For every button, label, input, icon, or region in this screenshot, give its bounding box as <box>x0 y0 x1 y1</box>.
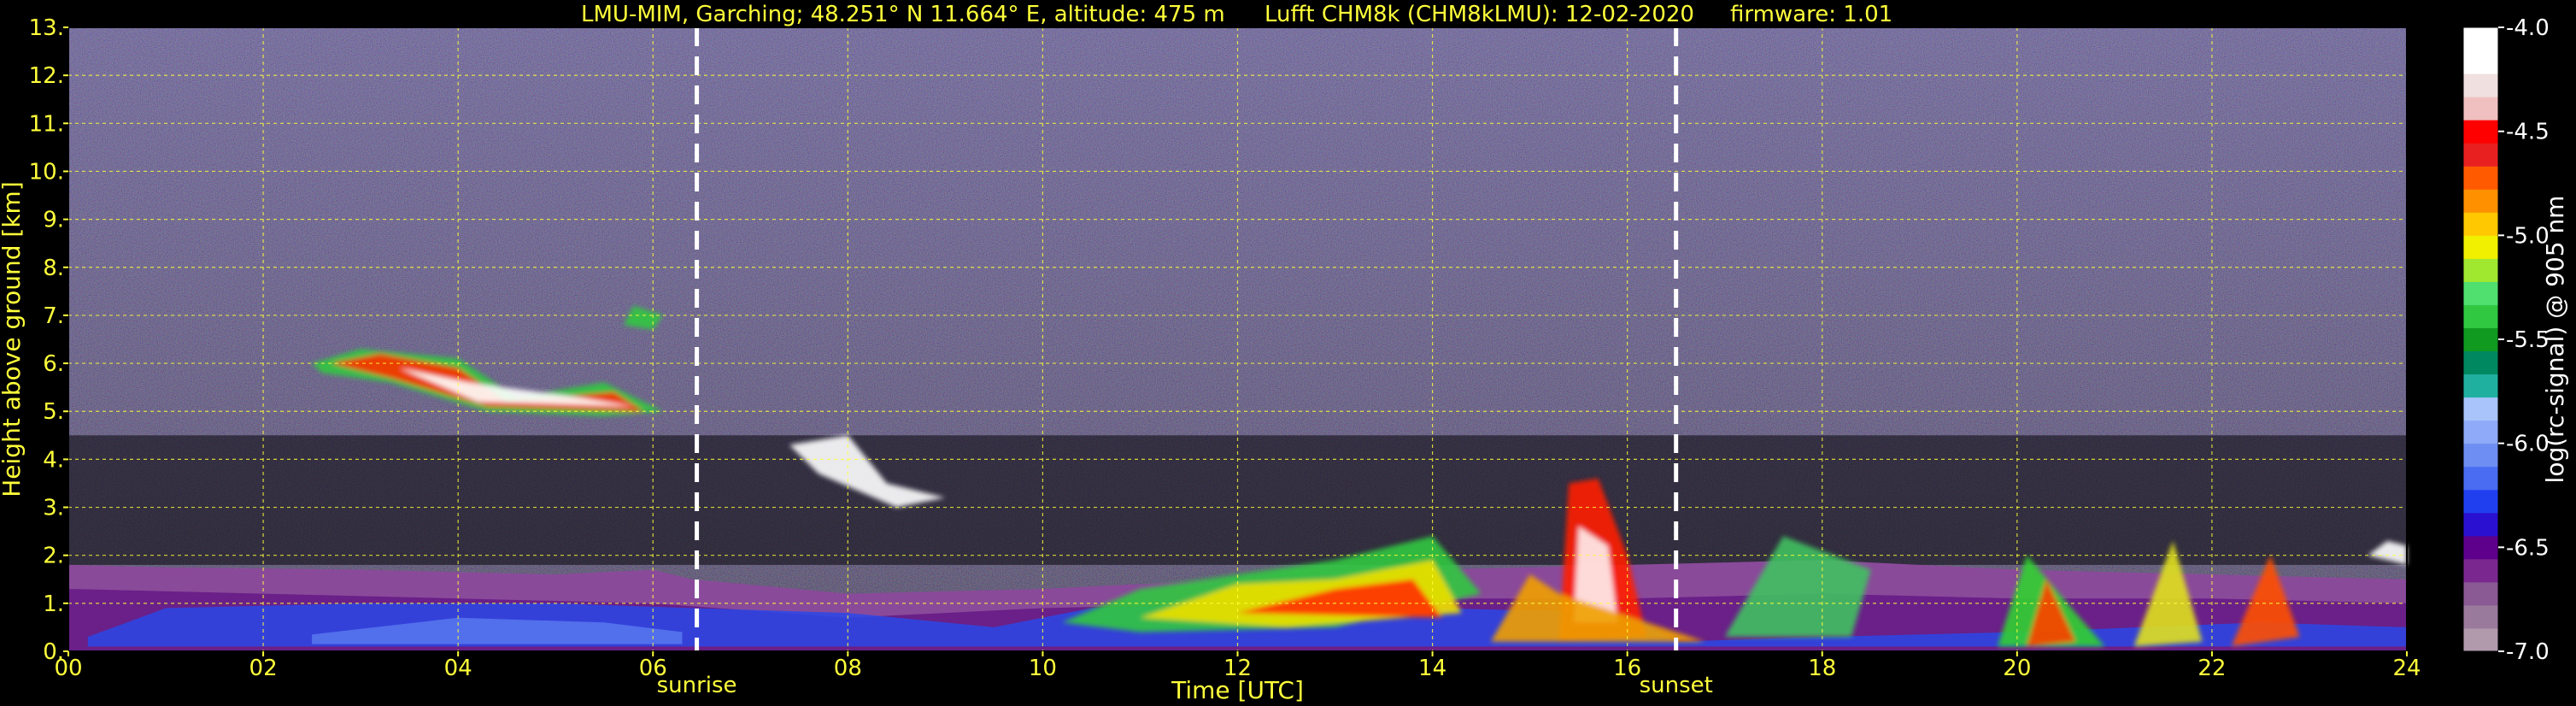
colorbar-segment-14 <box>2463 304 2498 328</box>
colorbar-segment-19 <box>2463 189 2498 213</box>
colorbar-segment-13 <box>2463 327 2498 352</box>
x-tick-label-7: 14 <box>1418 656 1446 681</box>
y-tick-label-4: 4. <box>43 447 64 473</box>
x-tick-label-1: 02 <box>249 656 278 681</box>
colorbar-segment-12 <box>2463 350 2498 375</box>
colorbar-segment-18 <box>2463 212 2498 236</box>
y-tick-label-10: 10. <box>29 159 64 185</box>
colorbar-segment-2 <box>2463 581 2498 606</box>
x-tick-label-12: 24 <box>2392 656 2421 681</box>
x-tick-label-2: 04 <box>444 656 472 681</box>
colorbar-segment-5 <box>2463 512 2498 537</box>
colorbar-segment-23 <box>2463 97 2498 121</box>
colorbar-segment-20 <box>2463 166 2498 190</box>
colorbar-segment-0 <box>2463 627 2498 652</box>
colorbar-segment-25 <box>2463 50 2498 74</box>
annotation-label-sunrise: sunrise <box>657 673 737 698</box>
y-tick-label-13: 13. <box>29 15 64 41</box>
x-tick-label-3: 06 <box>639 656 667 681</box>
colorbar-segment-4 <box>2463 535 2498 560</box>
x-tick-label-8: 16 <box>1613 656 1641 681</box>
x-tick-label-11: 22 <box>2198 656 2226 681</box>
colorbar-segment-9 <box>2463 420 2498 444</box>
colorbar-tick-label-5: -6.5 <box>2506 535 2550 561</box>
y-tick-label-9: 9. <box>43 208 64 233</box>
colorbar-segment-1 <box>2463 604 2498 629</box>
colorbar-segment-26 <box>2463 27 2498 51</box>
colorbar-tick-label-1: -4.5 <box>2506 120 2550 145</box>
colorbar-segment-8 <box>2463 443 2498 468</box>
colorbar-segment-24 <box>2463 74 2498 97</box>
x-tick-label-5: 10 <box>1029 656 1057 681</box>
y-tick-label-1: 1. <box>43 591 64 617</box>
y-tick-label-0: 0. <box>43 639 64 665</box>
colorbar-segment-21 <box>2463 143 2498 167</box>
colorbar-segment-7 <box>2463 466 2498 491</box>
y-tick-label-11: 11. <box>29 111 64 137</box>
colorbar-segment-22 <box>2463 120 2498 144</box>
colorbar-tick-label-6: -7.0 <box>2506 639 2550 665</box>
y-axis-label: Height above ground [km] <box>0 181 26 497</box>
colorbar: -4.0-4.5-5.0-5.5-6.0-6.5-7.0log(rc-signa… <box>2462 15 2569 665</box>
annotation-label-sunset: sunset <box>1640 673 1713 698</box>
colorbar-segment-15 <box>2463 281 2498 305</box>
colorbar-segment-11 <box>2463 374 2498 398</box>
x-tick-label-9: 18 <box>1808 656 1836 681</box>
colorbar-label: log(rc-signal) @ 905 nm <box>2541 196 2569 484</box>
colorbar-segment-16 <box>2463 258 2498 282</box>
y-tick-label-7: 7. <box>43 303 64 329</box>
colorbar-segment-10 <box>2463 397 2498 421</box>
x-tick-label-4: 08 <box>834 656 862 681</box>
colorbar-tick-label-0: -4.0 <box>2506 15 2550 41</box>
y-tick-label-6: 6. <box>43 351 64 377</box>
y-tick-label-12: 12. <box>29 63 64 89</box>
y-tick-label-8: 8. <box>43 256 64 281</box>
colorbar-segment-6 <box>2463 489 2498 514</box>
colorbar-segment-3 <box>2463 558 2498 583</box>
ceilometer-figure: LMU-MIM, Garching; 48.251° N 11.664° E, … <box>0 0 2576 706</box>
x-axis-label: Time [UTC] <box>1171 676 1304 704</box>
colorbar-segment-17 <box>2463 235 2498 259</box>
chart-svg: sunrise sunset00 02 04 06 08 10 12 14 16 18 20 22 240… <box>0 15 2569 704</box>
x-tick-label-10: 20 <box>2003 656 2031 681</box>
y-tick-label-5: 5. <box>43 399 64 425</box>
plot-area <box>68 27 2407 651</box>
y-tick-label-2: 2. <box>43 544 64 569</box>
y-tick-label-3: 3. <box>43 496 64 521</box>
